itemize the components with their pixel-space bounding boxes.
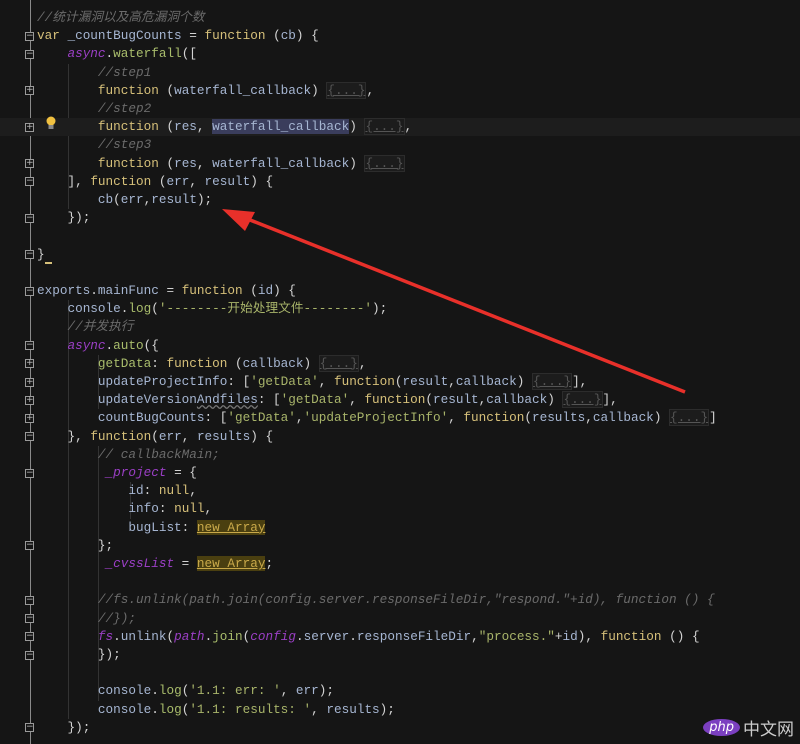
arrow-head: [222, 209, 255, 231]
annotation-arrow: [222, 209, 686, 394]
watermark-badge: php: [703, 719, 740, 736]
arrow-shaft: [239, 214, 686, 394]
code-editor[interactable]: //统计漏洞以及高危漏洞个数 var _countBugCounts = func…: [0, 0, 800, 744]
watermark-text: 中文网: [743, 720, 794, 740]
watermark: php 中文网: [703, 715, 794, 740]
